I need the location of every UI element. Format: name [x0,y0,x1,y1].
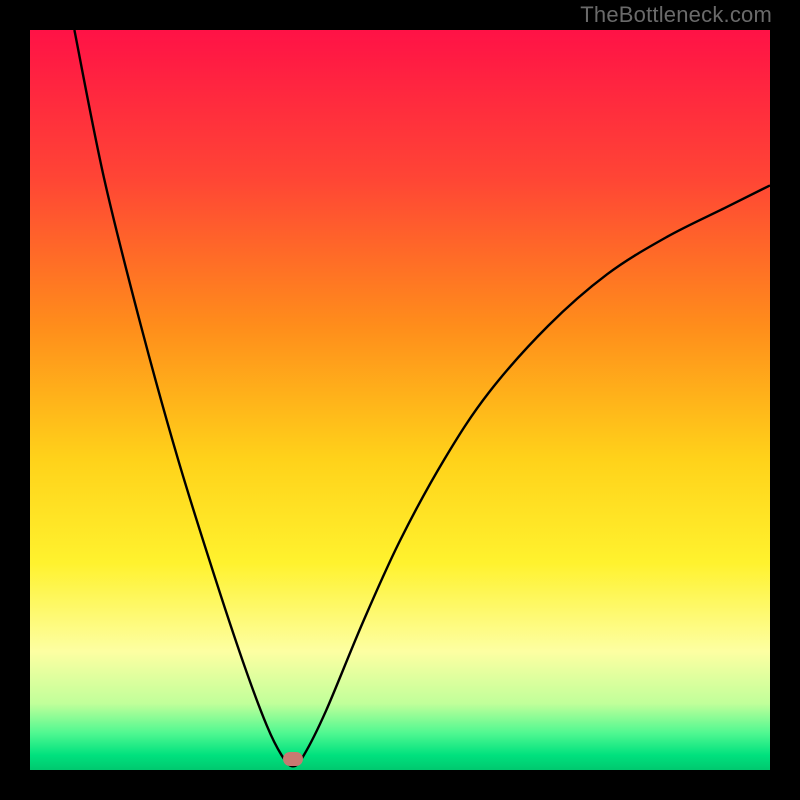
plot-area [30,30,770,770]
bottleneck-curve [30,30,770,770]
attribution-label: TheBottleneck.com [580,2,772,28]
chart-frame: TheBottleneck.com [0,0,800,800]
minimum-marker [283,752,303,766]
